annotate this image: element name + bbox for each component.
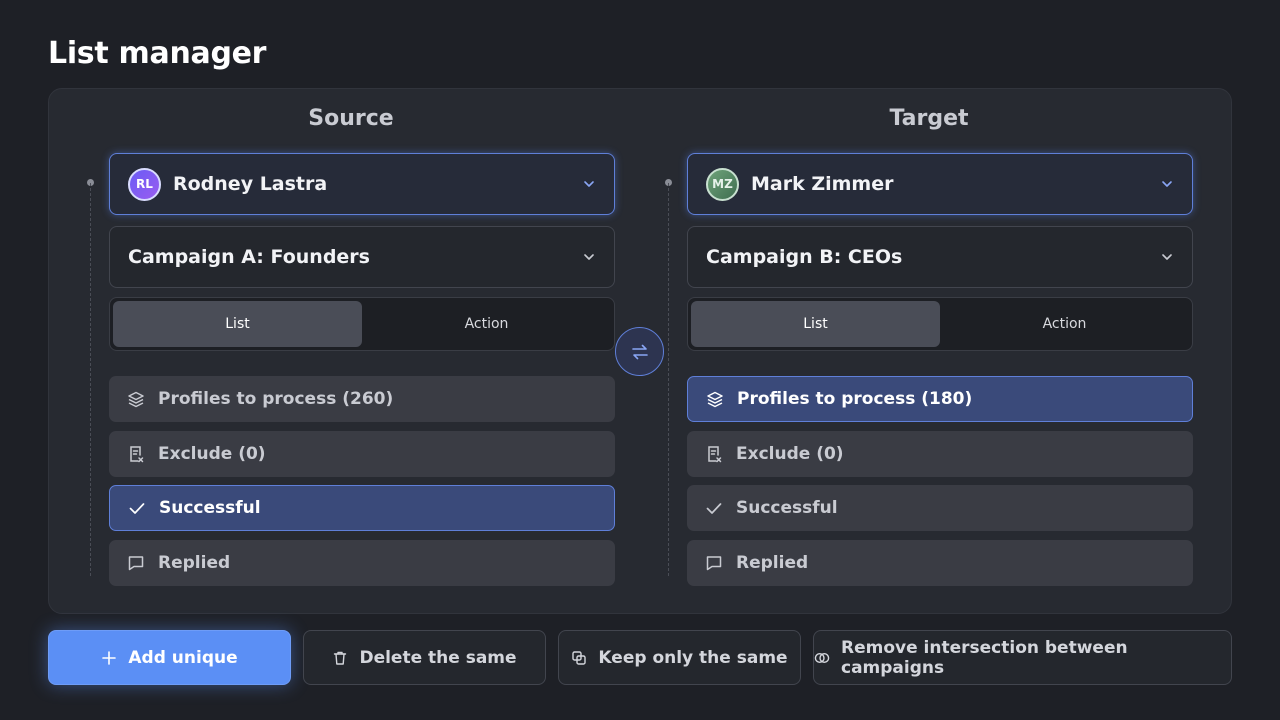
source-item-exclude[interactable]: Exclude (0)	[109, 431, 615, 477]
layers-icon	[707, 391, 723, 408]
item-label: Exclude (0)	[736, 444, 844, 464]
source-item-successful[interactable]: Successful	[109, 485, 615, 531]
delete-the-same-button[interactable]: Delete the same	[303, 630, 546, 685]
source-campaign-select[interactable]: Campaign A: Founders	[109, 226, 615, 288]
chat-bubble-icon	[128, 556, 144, 571]
button-label: Remove intersection between campaigns	[841, 637, 1128, 678]
layers-icon	[128, 391, 144, 408]
target-view-toggle: List Action	[687, 297, 1193, 351]
button-label: Keep only the same	[598, 647, 788, 668]
check-icon	[129, 503, 145, 514]
source-title: Source	[308, 106, 394, 131]
swap-arrows-icon	[631, 344, 648, 359]
chat-bubble-icon	[706, 556, 722, 571]
target-campaign-name: Campaign B: CEOs	[706, 246, 903, 268]
target-item-successful[interactable]: Successful	[687, 485, 1193, 531]
tab-list[interactable]: List	[113, 301, 362, 347]
chevron-down-icon	[1162, 254, 1172, 260]
target-title: Target	[889, 106, 969, 131]
source-account-select[interactable]: RL Rodney Lastra	[109, 153, 615, 215]
exclude-doc-icon	[130, 446, 144, 463]
tab-action[interactable]: Action	[362, 301, 611, 347]
page-title: List manager	[48, 36, 267, 71]
chevron-down-icon	[584, 254, 594, 260]
target-item-replied[interactable]: Replied	[687, 540, 1193, 586]
plus-icon	[102, 650, 117, 665]
chevron-down-icon	[1162, 181, 1172, 187]
item-label: Successful	[159, 498, 261, 518]
target-account-select[interactable]: MZ Mark Zimmer	[687, 153, 1193, 215]
source-campaign-name: Campaign A: Founders	[128, 246, 370, 268]
copy-squares-icon	[572, 650, 587, 665]
item-label: Profiles to process (180)	[737, 389, 973, 409]
source-item-profiles-to-process[interactable]: Profiles to process (260)	[109, 376, 615, 422]
target-item-profiles-to-process[interactable]: Profiles to process (180)	[687, 376, 1193, 422]
add-unique-button[interactable]: Add unique	[48, 630, 291, 685]
item-label: Successful	[736, 498, 838, 518]
remove-intersection-button[interactable]: Remove intersection between campaigns	[813, 630, 1232, 685]
item-label: Profiles to process (260)	[158, 389, 394, 409]
button-label: Add unique	[128, 647, 238, 668]
target-rail	[668, 183, 669, 576]
target-campaign-select[interactable]: Campaign B: CEOs	[687, 226, 1193, 288]
keep-only-the-same-button[interactable]: Keep only the same	[558, 630, 801, 685]
target-item-exclude[interactable]: Exclude (0)	[687, 431, 1193, 477]
tab-action[interactable]: Action	[940, 301, 1189, 347]
item-label: Replied	[158, 553, 231, 573]
source-view-toggle: List Action	[109, 297, 615, 351]
item-label: Exclude (0)	[158, 444, 266, 464]
avatar: RL	[128, 167, 161, 201]
exclude-doc-icon	[708, 446, 722, 463]
item-label: Replied	[736, 553, 809, 573]
chevron-down-icon	[584, 181, 594, 187]
source-item-replied[interactable]: Replied	[109, 540, 615, 586]
source-rail	[90, 183, 91, 576]
check-icon	[706, 503, 722, 514]
target-account-name: Mark Zimmer	[751, 173, 894, 195]
source-account-name: Rodney Lastra	[173, 173, 328, 195]
button-label: Delete the same	[359, 647, 517, 668]
avatar: MZ	[706, 167, 739, 201]
swap-button[interactable]	[615, 327, 664, 376]
intersection-icon	[814, 652, 830, 663]
trash-icon	[334, 651, 347, 665]
tab-list[interactable]: List	[691, 301, 940, 347]
